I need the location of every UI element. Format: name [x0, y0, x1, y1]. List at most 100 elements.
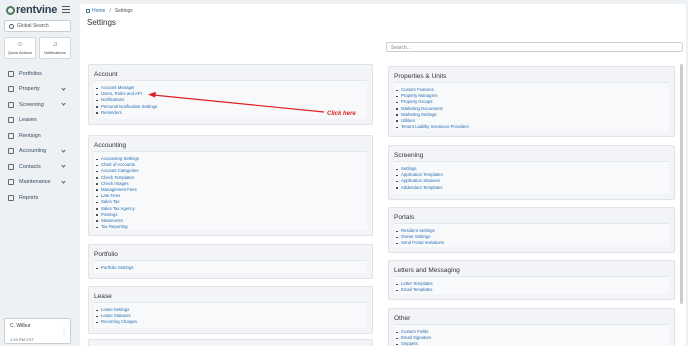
signature-icon [8, 132, 14, 139]
document-icon [8, 117, 14, 124]
card-body [394, 276, 669, 294]
home-icon [86, 9, 90, 13]
logo-mark-icon [6, 5, 15, 15]
card-portals: Portals Resident Settings Owner Settings S… [388, 207, 675, 253]
collapse-sidebar-icon[interactable] [62, 6, 70, 13]
card-lease: Lease Lease Settings Lease Statuses Recurr… [88, 286, 373, 334]
settings-link[interactable]: Send Portal Invitations [396, 240, 444, 246]
wrench-icon [8, 179, 14, 186]
settings-link[interactable]: Recurring Charges [95, 319, 137, 325]
search-icon [9, 23, 14, 29]
link-list: Custom Features Property Managers Property… [396, 87, 469, 130]
settings-link[interactable]: Tax Reporting [96, 224, 139, 230]
settings-link[interactable]: Reminders [95, 110, 157, 116]
link-list: Settings Application Templates Application… [396, 166, 443, 191]
global-search-input[interactable]: Global Search [4, 20, 71, 32]
card-properties-units: Properties & Units Custom Features Proper… [388, 66, 675, 137]
quick-actions-label: Quick Actions [7, 50, 33, 55]
sidebar-item-label: Accounting [19, 148, 47, 155]
settings-link[interactable]: Tenant Liability Insurance Providers [396, 124, 469, 130]
settings-link[interactable]: Email Templates [396, 287, 433, 293]
chevron-down-icon [61, 101, 66, 106]
scrollbar[interactable] [680, 64, 683, 304]
card-accounting: Accounting Accounting Settings Chart of A… [88, 135, 373, 236]
card-title: Lease [94, 293, 112, 300]
breadcrumb-separator: / [109, 8, 111, 14]
global-search-placeholder: Global Search [17, 23, 49, 29]
card-title: Accounting [94, 142, 127, 149]
settings-link[interactable]: Portfolio Settings [95, 265, 133, 271]
user-time: 1:23 PM CST [10, 337, 35, 342]
sidebar-nav: Portfolios Property Screening Leases Ren… [0, 66, 76, 206]
sidebar-item-label: Leases [19, 117, 37, 124]
sidebar-item-label: Portfolios [19, 70, 42, 77]
breadcrumb-current: Settings [114, 8, 133, 14]
link-list: Portfolio Settings [95, 265, 133, 271]
breadcrumb: Home / Settings [86, 8, 133, 14]
person-plus-icon: ☺ [16, 41, 24, 48]
page-title: Settings [87, 18, 116, 27]
sidebar-item-label: Property [19, 86, 40, 93]
link-list: Account Manager Users, Roles and API Notif… [95, 85, 157, 116]
settings-search-input[interactable]: Search... [386, 42, 683, 52]
link-list: Custom Fields Email Signature Snippets [395, 329, 431, 346]
sidebar-item-property[interactable]: Property [0, 82, 76, 98]
card-partial [88, 339, 373, 346]
card-portfolio: Portfolio Portfolio Settings [88, 244, 373, 279]
link-list: Resident Settings Owner Settings Send Port… [396, 228, 444, 247]
sidebar-item-portfolios[interactable]: Portfolios [0, 66, 76, 82]
building-icon [8, 86, 14, 93]
sidebar: rentvine Global Search ☺ Quick Actions ♫… [0, 0, 76, 346]
sidebar-item-label: Maintenance [19, 179, 51, 186]
card-title: Properties & Units [394, 73, 447, 80]
annotation-text: Click here [327, 111, 356, 117]
sidebar-item-label: Reports [19, 194, 39, 201]
sidebar-item-leases[interactable]: Leases [0, 113, 76, 129]
sidebar-item-label: Screening [19, 101, 44, 108]
dollar-icon [8, 148, 14, 155]
card-title: Account [94, 71, 118, 78]
card-title: Portfolio [94, 251, 118, 258]
kebab-menu-icon[interactable]: · · · [63, 323, 65, 337]
quick-actions-button[interactable]: ☺ Quick Actions [4, 37, 36, 59]
card-title: Other [394, 315, 411, 322]
sidebar-item-accounting[interactable]: Accounting [0, 144, 76, 160]
bell-icon: ♫ [52, 41, 58, 48]
settings-link[interactable]: Snippets [395, 341, 431, 346]
sidebar-item-rentsign[interactable]: Rentsign [0, 128, 76, 144]
card-body [394, 324, 669, 346]
folder-icon [8, 70, 14, 77]
card-letters-messaging: Letters and Messaging Letter Templates Em… [388, 260, 675, 300]
logo-text: rentvine [16, 4, 58, 16]
card-screening: Screening Settings Application Templates A… [388, 145, 675, 200]
notifications-button[interactable]: ♫ Notifications [39, 37, 71, 59]
sidebar-item-contacts[interactable]: Contacts [0, 159, 76, 175]
rentvine-logo[interactable]: rentvine [6, 4, 57, 16]
chevron-down-icon [61, 147, 66, 153]
sidebar-item-label: Contacts [19, 163, 41, 170]
chevron-down-icon [61, 85, 66, 91]
sidebar-item-label: Rentsign [19, 132, 41, 139]
sidebar-item-screening[interactable]: Screening [0, 97, 76, 113]
link-list: Letter Templates Email Templates [396, 281, 433, 293]
contact-card-icon [8, 163, 14, 170]
breadcrumb-home[interactable]: Home [92, 8, 105, 14]
sidebar-item-maintenance[interactable]: Maintenance [0, 175, 76, 191]
link-list: Accounting Settings Chart of Accounts Acco… [96, 156, 139, 230]
chevron-down-icon [61, 178, 66, 184]
user-name: C. Wilbur [10, 323, 31, 329]
card-body [94, 260, 367, 273]
main-content: Home / Settings Settings Search... Accou… [80, 4, 686, 346]
card-title: Letters and Messaging [394, 267, 460, 274]
settings-link[interactable]: Addendum Templates [396, 185, 443, 191]
card-title: Portals [394, 214, 415, 221]
user-card[interactable]: C. Wilbur 1:23 PM CST · · · [4, 318, 71, 344]
sidebar-item-reports[interactable]: Reports [0, 190, 76, 206]
chevron-down-icon [61, 163, 66, 168]
link-list: Lease Settings Lease Statuses Recurring Ch… [95, 307, 137, 326]
clipboard-icon [8, 101, 14, 108]
quick-actions-row: ☺ Quick Actions ♫ Notifications [4, 37, 71, 59]
report-icon [8, 194, 14, 201]
card-title: Screening [394, 152, 424, 159]
notifications-label: Notifications [44, 50, 66, 55]
